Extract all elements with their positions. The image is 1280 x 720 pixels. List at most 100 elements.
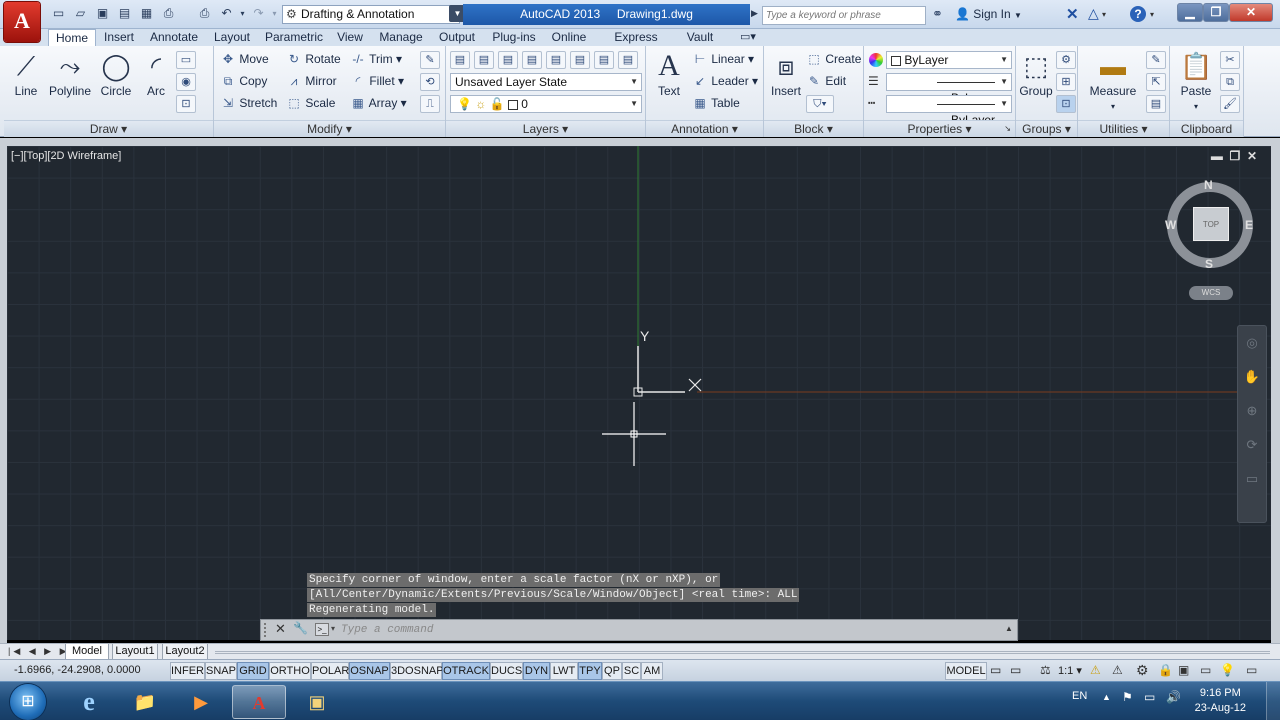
tab-manage[interactable]: Manage <box>375 29 427 46</box>
restore-button[interactable]: ❐ <box>1203 3 1229 22</box>
copy-button[interactable]: ⧉ Copy <box>220 72 268 90</box>
ucs-menu[interactable]: WCS <box>1189 286 1233 300</box>
sign-in-button[interactable]: 👤 Sign In ▼ <box>955 7 1022 21</box>
command-prompt-icon[interactable]: >_ <box>315 623 329 636</box>
snap-toggle[interactable]: SNAP <box>205 662 237 680</box>
grip-icon[interactable] <box>264 623 270 637</box>
autocad-taskbar-icon[interactable]: A <box>232 685 286 719</box>
workspace-selector[interactable]: ⚙ Drafting & Annotation ▼ <box>282 5 460 24</box>
help-icon[interactable]: ? <box>1130 6 1146 22</box>
new-icon[interactable]: ▭ <box>50 5 67 22</box>
create-block-button[interactable]: ⬚ Create <box>806 50 861 68</box>
tab-layout1[interactable]: Layout1 <box>112 644 158 660</box>
print-icon[interactable]: ⎙ <box>160 5 177 22</box>
save-icon[interactable]: ▣ <box>94 5 111 22</box>
quick-view-drawings-icon[interactable]: ▭ <box>1010 663 1021 677</box>
scale-button[interactable]: ⬚ Scale <box>286 94 335 112</box>
tab-annotate[interactable]: Annotate <box>145 29 203 46</box>
calculator-icon[interactable]: ▤ <box>1146 95 1166 113</box>
undo-icon[interactable]: ↶ <box>218 5 235 22</box>
table-button[interactable]: ▦ Table <box>692 94 739 112</box>
tab-layout2[interactable]: Layout2 <box>162 644 208 660</box>
annotation-panel-label[interactable]: Annotation ▾ <box>646 120 763 137</box>
tab-home[interactable]: Home <box>48 29 96 46</box>
compass-north[interactable]: N <box>1204 178 1213 192</box>
stretch-button[interactable]: ⇲ Stretch <box>220 94 277 112</box>
modify-panel-label[interactable]: Modify ▾ <box>214 120 445 137</box>
open-icon[interactable]: ▱ <box>72 5 89 22</box>
lineweight-select[interactable]: ByLayer▼ <box>886 73 1012 105</box>
layer-state-select[interactable]: Unsaved Layer State ▼ <box>450 73 642 91</box>
line-button[interactable]: ⟋ Line <box>6 50 46 98</box>
redo-icon[interactable]: ↷ <box>250 5 267 22</box>
group-edit-icon[interactable]: ⊞ <box>1056 73 1076 91</box>
horizontal-scrollbar[interactable] <box>215 651 1270 654</box>
volume-icon[interactable]: 🔊 <box>1166 690 1181 704</box>
grid-toggle[interactable]: GRID <box>237 662 269 680</box>
sc-toggle[interactable]: SC <box>622 662 641 680</box>
polyline-button[interactable]: ⤳ Polyline <box>44 50 96 98</box>
file-explorer-icon[interactable]: 📁 <box>118 685 172 719</box>
layer-off-icon[interactable]: ▤ <box>546 51 566 69</box>
erase-icon[interactable]: ✎ <box>420 51 440 69</box>
tab-view[interactable]: View <box>333 29 367 46</box>
linear-button[interactable]: ⊢ Linear ▾ <box>692 50 754 68</box>
zoom-icon[interactable]: ⊕ <box>1238 394 1266 428</box>
quick-view-layouts-icon[interactable]: ▭ <box>990 663 1001 677</box>
orbit-icon[interactable]: ⟳ <box>1238 428 1266 462</box>
tab-express-tools[interactable]: Express Tools <box>599 29 673 60</box>
otrack-toggle[interactable]: OTRACK <box>442 662 490 680</box>
lightbulb-icon[interactable]: 💡 <box>1220 663 1235 677</box>
block-panel-label[interactable]: Block ▾ <box>764 120 863 137</box>
tab-insert[interactable]: Insert <box>98 29 140 46</box>
auto-scale-icon[interactable]: ⚠ <box>1112 663 1123 677</box>
wrench-icon[interactable]: 🔧 <box>293 621 308 635</box>
leader-button[interactable]: ↙ Leader ▾ <box>692 72 758 90</box>
layer-walk-icon[interactable]: ▤ <box>618 51 638 69</box>
binoculars-icon[interactable]: ⚭ <box>932 6 943 22</box>
annotation-scale-select[interactable]: 1:1 ▾ <box>1058 664 1082 677</box>
chevron-down-icon[interactable]: ▾ <box>331 624 335 633</box>
tab-output[interactable]: Output <box>434 29 480 46</box>
groups-panel-label[interactable]: Groups ▾ <box>1016 120 1077 137</box>
tpy-toggle[interactable]: TPY <box>578 662 602 680</box>
steering-wheel-icon[interactable]: ◎ <box>1238 326 1266 360</box>
properties-panel-label[interactable]: Properties ▾ ↘ <box>864 120 1015 137</box>
viewcube-top-face[interactable]: TOP <box>1193 207 1229 241</box>
layer-icon[interactable]: ▤ <box>474 51 494 69</box>
block-attribute-icon[interactable]: ⛉▾ <box>806 95 834 113</box>
save-as-icon[interactable]: ▤ <box>116 5 133 22</box>
explode-icon[interactable]: ⟲ <box>420 73 440 91</box>
am-toggle[interactable]: AM <box>641 662 663 680</box>
isolate-objects-icon[interactable]: ▭ <box>1200 663 1211 677</box>
layer-freeze-icon[interactable]: ▤ <box>570 51 590 69</box>
qp-toggle[interactable]: QP <box>602 662 622 680</box>
polar-toggle[interactable]: POLAR <box>311 662 349 680</box>
ducs-toggle[interactable]: DUCS <box>490 662 523 680</box>
tab-model[interactable]: Model <box>65 644 109 660</box>
chevron-down-icon[interactable]: ▾ <box>1102 10 1106 19</box>
region-icon[interactable]: ⊡ <box>176 95 196 113</box>
move-button[interactable]: ✥ Move <box>220 50 269 68</box>
pan-icon[interactable]: ✋ <box>1238 360 1266 394</box>
recording-app-icon[interactable]: ▣ <box>290 685 344 719</box>
color-select[interactable]: ByLayer ▼ <box>886 51 1012 69</box>
select-all-icon[interactable]: ⇱ <box>1146 73 1166 91</box>
compass-south[interactable]: S <box>1205 257 1213 271</box>
show-desktop-button[interactable] <box>1266 682 1280 720</box>
undo-dropdown-icon[interactable]: ▾ <box>234 5 251 22</box>
3dosnap-toggle[interactable]: 3DOSNAP <box>390 662 444 680</box>
dialog-launcher-icon[interactable]: ↘ <box>1004 121 1011 137</box>
rotate-button[interactable]: ↻ Rotate <box>286 50 341 68</box>
draw-panel-label[interactable]: Draw ▾ <box>4 120 213 137</box>
redo-dropdown-icon[interactable]: ▾ <box>266 5 283 22</box>
cloud-save-icon[interactable]: ▦ <box>138 5 155 22</box>
linetype-select[interactable]: ByLayer▼ <box>886 95 1012 127</box>
tab-layout[interactable]: Layout <box>208 29 256 46</box>
internet-explorer-icon[interactable]: e <box>62 685 116 719</box>
tab-plug-ins[interactable]: Plug-ins <box>488 29 540 46</box>
workspace-switching-icon[interactable]: ⚙ <box>1136 662 1149 679</box>
quick-select-icon[interactable]: ✎ <box>1146 51 1166 69</box>
offset-icon[interactable]: ⎍ <box>420 95 440 113</box>
lock-ui-icon[interactable]: 🔒 <box>1158 663 1173 677</box>
